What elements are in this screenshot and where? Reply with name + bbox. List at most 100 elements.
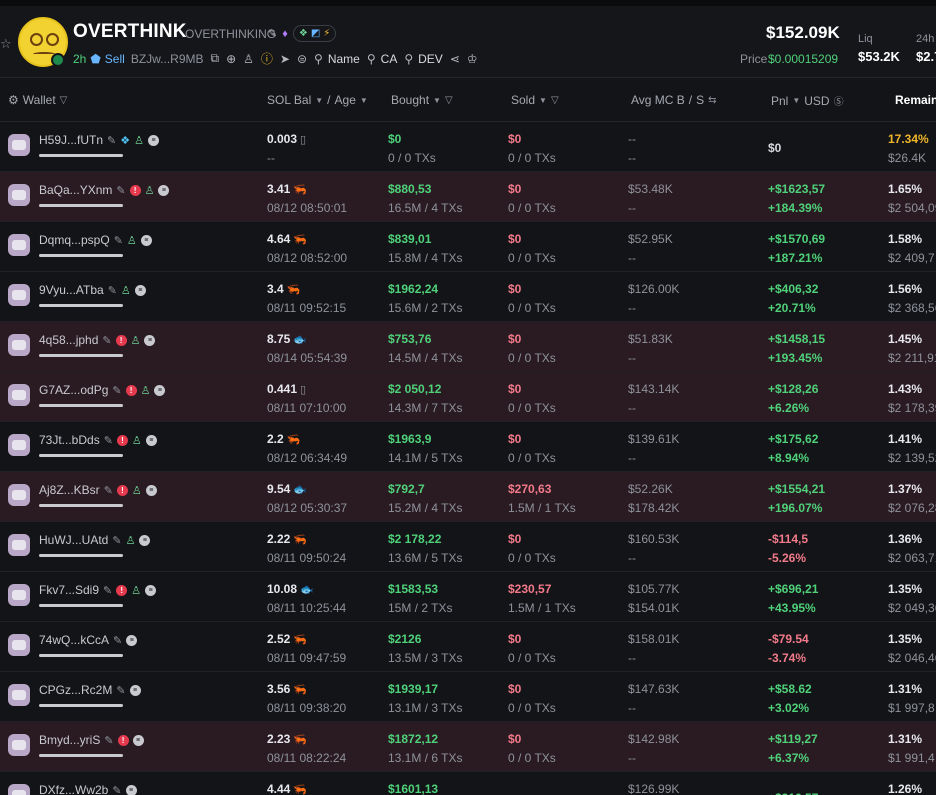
table-row[interactable]: 74wQ...kCcA ✎ ≡ 2.52 🦐 08/11 09:47:59 $2126 13.… — [0, 622, 936, 672]
col-remaining[interactable]: Remaining — [895, 93, 936, 107]
more-icon[interactable]: ≡ — [145, 434, 157, 446]
tags-pill[interactable]: ❖ ◩ ⚡ — [292, 25, 337, 42]
filter-icon[interactable]: ▽ — [551, 95, 559, 106]
edit-icon[interactable]: ✎ — [102, 334, 111, 347]
more-icon[interactable]: ≡ — [145, 484, 157, 496]
table-row[interactable]: Fkv7...Sdi9 ✎! ♙ ≡ 10.08 🐟 08/11 10:25:44 $1583… — [0, 572, 936, 622]
wallet-address[interactable]: Fkv7...Sdi9 — [39, 583, 99, 597]
wallet-address[interactable]: G7AZ...odPg — [39, 383, 108, 397]
more-icon[interactable]: ≡ — [129, 684, 141, 696]
filter-icon[interactable]: ▽ — [445, 95, 453, 106]
edit-icon[interactable]: ✎ — [104, 484, 113, 497]
favorite-star-icon[interactable]: ☆ — [0, 36, 12, 52]
wallet-cell[interactable]: 4q58...jphd ✎! ♙ ≡ — [39, 333, 156, 347]
edit-icon[interactable]: ✎ — [116, 684, 125, 697]
table-row[interactable]: G7AZ...odPg ✎! ♙ ≡ 0.441 ▯ 08/11 07:10:00 $2 05… — [0, 372, 936, 422]
edit-icon[interactable]: ✎ — [268, 27, 277, 40]
swap-icon[interactable]: ⇆ — [708, 95, 716, 106]
search-name-link[interactable]: Name — [328, 52, 360, 66]
wallet-cell[interactable]: 74wQ...kCcA ✎ ≡ — [39, 633, 138, 647]
table-row[interactable]: BaQa...YXnm ✎! ♙ ≡ 3.41 🦐 08/12 08:50:01 $880,5… — [0, 172, 936, 222]
edit-icon[interactable]: ✎ — [112, 784, 121, 795]
wallet-address[interactable]: 73Jt...bDds — [39, 433, 100, 447]
wallet-address[interactable]: 9Vyu...ATba — [39, 283, 104, 297]
table-row[interactable]: 9Vyu...ATba ✎ ♙ ≡ 3.4 🦐 08/11 09:52:15 $1962,24… — [0, 272, 936, 322]
wallet-cell[interactable]: Dqmq...pspQ ✎ ♙ ≡ — [39, 233, 152, 247]
wallet-cell[interactable]: DXfz...Ww2b ✎ ≡ — [39, 783, 137, 795]
crown-icon[interactable]: ♔ — [467, 52, 478, 66]
wallet-address[interactable]: CPGz...Rc2M — [39, 683, 112, 697]
table-row[interactable]: 4q58...jphd ✎! ♙ ≡ 8.75 🐟 08/14 05:54:39 $753,7… — [0, 322, 936, 372]
table-row[interactable]: DXfz...Ww2b ✎ ≡ 4.44🦐 $1601,13 $126.99K +$316,… — [0, 772, 936, 795]
filter-icon[interactable]: ▽ — [60, 95, 68, 106]
wallet-address[interactable]: Dqmq...pspQ — [39, 233, 110, 247]
edit-icon[interactable]: ✎ — [113, 634, 122, 647]
search-name-icon[interactable]: ⚲ — [314, 52, 323, 66]
more-icon[interactable]: ⊜ — [297, 52, 307, 66]
token-address[interactable]: BZJw...R9MB — [131, 52, 204, 66]
table-row[interactable]: Dqmq...pspQ ✎ ♙ ≡ 4.64 🦐 08/12 08:52:00 $839,01… — [0, 222, 936, 272]
edit-icon[interactable]: ✎ — [116, 184, 125, 197]
wallet-address[interactable]: 4q58...jphd — [39, 333, 98, 347]
col-sol-bal[interactable]: SOL Bal ▼ / Age ▼ — [267, 93, 368, 107]
more-icon[interactable]: ≡ — [145, 584, 157, 596]
user-icon[interactable]: ♙ — [243, 52, 254, 66]
wallet-address[interactable]: 74wQ...kCcA — [39, 633, 109, 647]
col-avg-mc[interactable]: Avg MC B / S ⇆ — [631, 93, 717, 107]
warning-icon[interactable]: ⓘ — [261, 50, 273, 67]
more-icon[interactable]: ≡ — [132, 734, 144, 746]
wallet-cell[interactable]: G7AZ...odPg ✎! ♙ ≡ — [39, 383, 166, 397]
globe-icon[interactable]: ⊕ — [226, 52, 236, 66]
search-dev-link[interactable]: DEV — [418, 52, 443, 66]
wallet-cell[interactable]: HuWJ...UAtd ✎ ♙ ≡ — [39, 533, 151, 547]
search-ca-link[interactable]: CA — [381, 52, 398, 66]
wallet-cell[interactable]: H59J...fUTn ✎ ❖ ♙ ≡ — [39, 133, 159, 147]
settings-icon[interactable]: ⚙ — [8, 93, 19, 107]
edit-icon[interactable]: ✎ — [114, 234, 123, 247]
wallet-address[interactable]: Aj8Z...KBsr — [39, 483, 100, 497]
more-icon[interactable]: ≡ — [139, 534, 151, 546]
wallet-cell[interactable]: Fkv7...Sdi9 ✎! ♙ ≡ — [39, 583, 157, 597]
table-row[interactable]: 73Jt...bDds ✎! ♙ ≡ 2.2 🦐 08/12 06:34:49 $1963,9… — [0, 422, 936, 472]
currency-icon[interactable]: Ⓢ — [834, 93, 844, 108]
more-icon[interactable]: ≡ — [140, 234, 152, 246]
edit-icon[interactable]: ✎ — [107, 134, 116, 147]
table-row[interactable]: Aj8Z...KBsr ✎! ♙ ≡ 9.54 🐟 08/12 05:30:37 $792,7… — [0, 472, 936, 522]
col-sold[interactable]: Sold ▼ ▽ — [511, 93, 559, 107]
wallet-address[interactable]: Bmyd...yriS — [39, 733, 100, 747]
wallet-cell[interactable]: 9Vyu...ATba ✎ ♙ ≡ — [39, 283, 146, 297]
search-ca-icon[interactable]: ⚲ — [367, 52, 376, 66]
wallet-cell[interactable]: Bmyd...yriS ✎! ≡ — [39, 733, 144, 747]
table-row[interactable]: Bmyd...yriS ✎! ≡ 2.23 🦐 08/11 08:22:24 $1872,1… — [0, 722, 936, 772]
wallet-cell[interactable]: 73Jt...bDds ✎! ♙ ≡ — [39, 433, 157, 447]
wallet-address[interactable]: DXfz...Ww2b — [39, 783, 108, 795]
edit-icon[interactable]: ✎ — [104, 734, 113, 747]
more-icon[interactable]: ≡ — [144, 334, 156, 346]
telegram-icon[interactable]: ➤ — [280, 52, 290, 66]
edit-icon[interactable]: ✎ — [103, 584, 112, 597]
more-icon[interactable]: ≡ — [148, 134, 159, 146]
table-row[interactable]: CPGz...Rc2M ✎ ≡ 3.56 🦐 08/11 09:38:20 $1939,17… — [0, 672, 936, 722]
table-row[interactable]: HuWJ...UAtd ✎ ♙ ≡ 2.22 🦐 08/11 09:50:24 $2 178,… — [0, 522, 936, 572]
wallet-address[interactable]: HuWJ...UAtd — [39, 533, 108, 547]
edit-icon[interactable]: ✎ — [112, 534, 121, 547]
col-bought[interactable]: Bought ▼ ▽ — [391, 93, 453, 107]
search-dev-icon[interactable]: ⚲ — [404, 52, 413, 66]
more-icon[interactable]: ≡ — [154, 384, 166, 396]
edit-icon[interactable]: ✎ — [112, 384, 121, 397]
col-wallet[interactable]: ⚙ Wallet ▽ — [8, 93, 67, 107]
more-icon[interactable]: ≡ — [134, 284, 146, 296]
wallet-cell[interactable]: CPGz...Rc2M ✎ ≡ — [39, 683, 141, 697]
edit-icon[interactable]: ✎ — [104, 434, 113, 447]
wallet-address[interactable]: H59J...fUTn — [39, 133, 103, 147]
wallet-cell[interactable]: BaQa...YXnm ✎! ♙ ≡ — [39, 183, 170, 197]
more-icon[interactable]: ≡ — [125, 784, 137, 795]
sell-label[interactable]: Sell — [105, 52, 125, 66]
col-pnl[interactable]: Pnl ▼ USD Ⓢ — [771, 93, 844, 109]
wallet-cell[interactable]: Aj8Z...KBsr ✎! ♙ ≡ — [39, 483, 157, 497]
more-icon[interactable]: ≡ — [126, 634, 138, 646]
share-icon[interactable]: ⋖ — [450, 52, 460, 66]
wallet-address[interactable]: BaQa...YXnm — [39, 183, 112, 197]
edit-icon[interactable]: ✎ — [108, 284, 117, 297]
copy-icon[interactable]: ⧉ — [211, 51, 220, 66]
